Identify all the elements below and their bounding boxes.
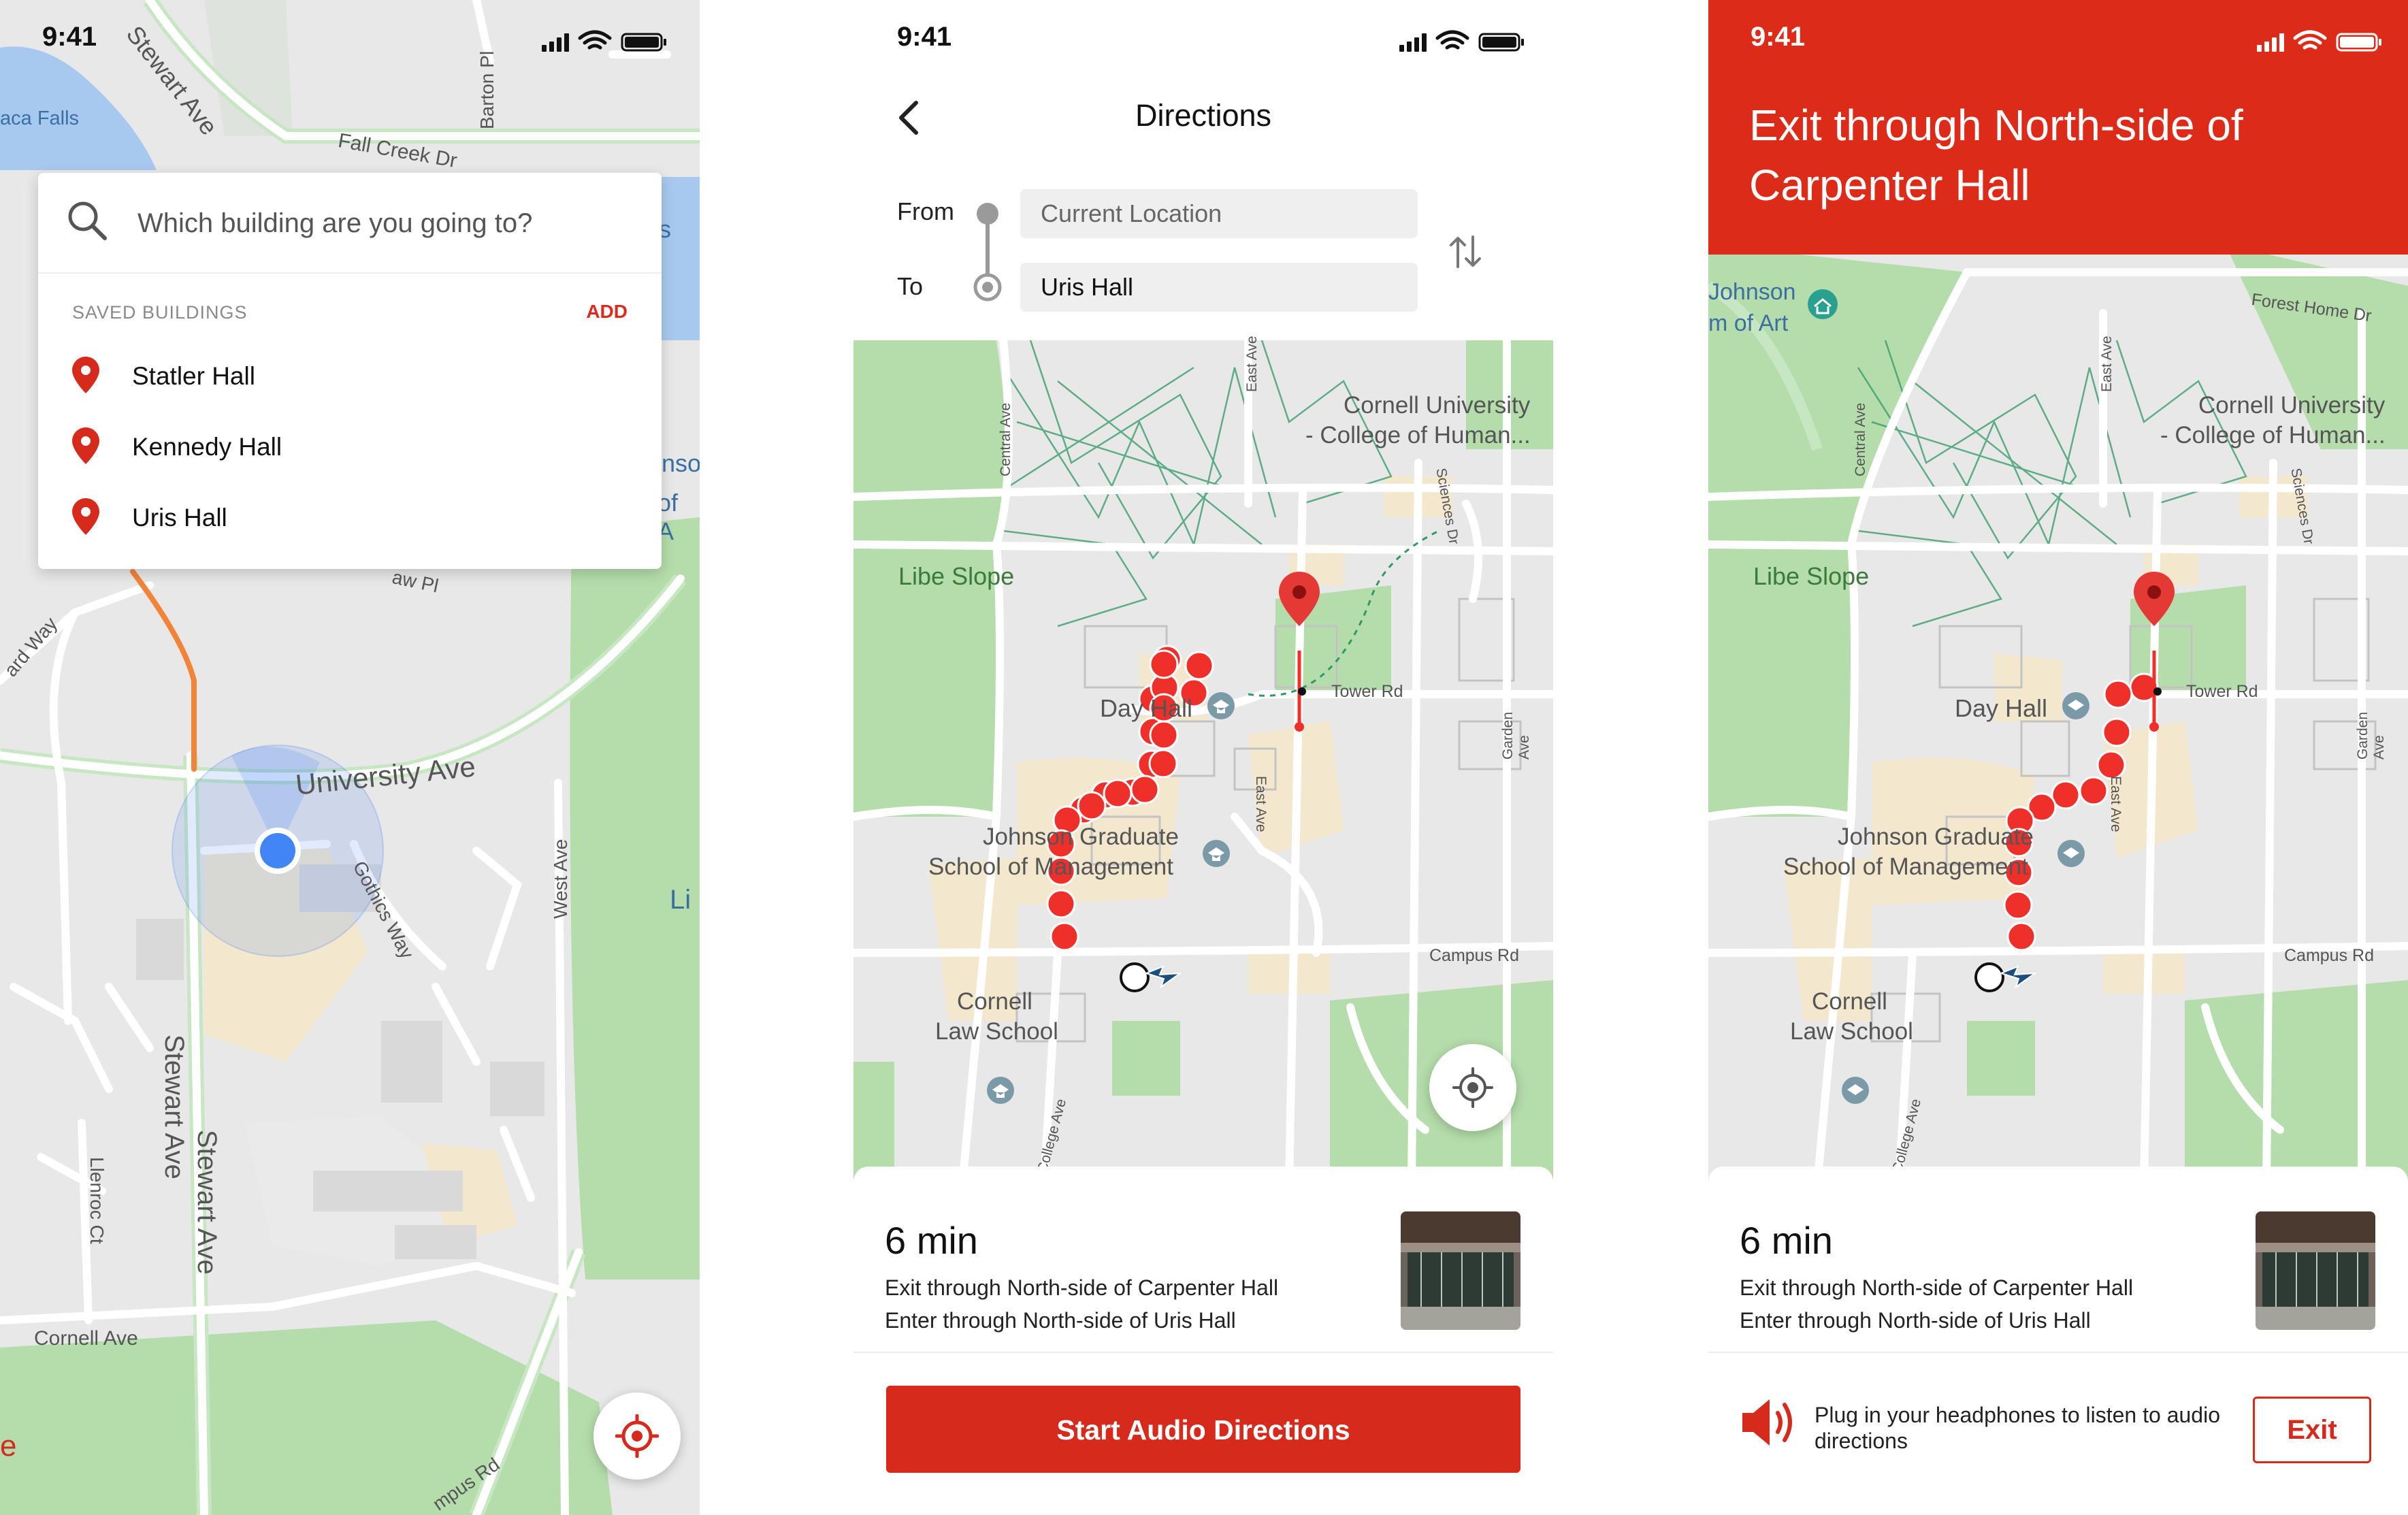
search-icon — [68, 201, 107, 240]
map-label: Llenroc Ct — [86, 1157, 108, 1244]
from-label: From — [897, 197, 954, 225]
from-field[interactable]: Current Location — [1020, 189, 1418, 238]
map-label: Law School — [1790, 1018, 1913, 1045]
saved-building-label: Kennedy Hall — [132, 433, 282, 461]
add-saved-building-button[interactable]: ADD — [586, 301, 628, 323]
status-time: 9:41 — [1751, 22, 1806, 52]
map-label: Day Hall — [1955, 694, 2048, 722]
saved-building-item[interactable]: Statler Hall — [38, 339, 662, 410]
map-label: Cornell — [957, 988, 1032, 1015]
map-label: Central Ave — [998, 402, 1013, 476]
saved-building-item[interactable]: Uris Hall — [38, 480, 662, 551]
map-label: Cornell University — [2198, 392, 2386, 419]
status-bar: 9:41 — [1708, 0, 2408, 82]
saved-building-item[interactable]: Kennedy Hall — [38, 410, 662, 480]
map-pin-icon — [72, 498, 99, 535]
search-card: SAVED BUILDINGS ADD Statler Hall Kennedy… — [38, 173, 662, 569]
search-bar[interactable] — [38, 173, 662, 274]
eta-text: 6 min — [1740, 1219, 1833, 1262]
status-icons — [542, 30, 666, 52]
directions-screen: 9:41 Directions From To Current Location… — [853, 0, 1553, 1515]
crosshair-icon — [615, 1414, 659, 1458]
divider — [853, 1352, 1553, 1353]
map-label: Cornell University — [1344, 392, 1531, 419]
eta-text: 6 min — [885, 1219, 978, 1262]
map-label: Central Ave — [1853, 402, 1868, 476]
map-label: aca Falls — [0, 108, 80, 129]
search-screen: Stewart Ave Barton Pl aca Falls Fall Cre… — [0, 0, 700, 1515]
speaker-icon — [1742, 1399, 1792, 1446]
map-label: Campus Rd — [2284, 946, 2374, 965]
map-label: e — [0, 1429, 17, 1463]
map-label: Johnson — [1708, 279, 1796, 305]
swap-arrows-icon[interactable] — [1446, 233, 1486, 271]
status-time: 9:41 — [897, 22, 952, 52]
map-label: Cornell Ave — [34, 1327, 138, 1350]
route-step: Enter through North-side of Uris Hall — [1740, 1308, 2091, 1333]
map-label: East Ave — [2099, 336, 2115, 392]
recenter-location-button[interactable] — [1429, 1044, 1516, 1131]
map-label: East Ave — [1244, 336, 1260, 392]
status-bar: 9:41 — [853, 0, 1553, 82]
map-label: School of Management — [928, 853, 1173, 880]
navigation-screen: Johnson m of Art Forest Home Dr Cornell … — [1708, 0, 2408, 1515]
map-label: of A — [657, 489, 679, 545]
map-label: Cornell — [1812, 988, 1887, 1015]
map-label: Tower Rd — [2186, 682, 2258, 701]
map-pin-icon — [72, 357, 99, 393]
map-label: Garden Ave — [2355, 711, 2387, 760]
to-field[interactable]: Uris Hall — [1020, 263, 1418, 312]
route-step: Exit through North-side of Carpenter Hal… — [1740, 1275, 2134, 1300]
saved-buildings-header: SAVED BUILDINGS — [72, 302, 248, 323]
current-instruction: Exit through North-side of Carpenter Hal… — [1749, 101, 2243, 210]
map-label: Law School — [935, 1018, 1058, 1045]
saved-building-label: Statler Hall — [132, 362, 255, 390]
recenter-location-button[interactable] — [593, 1392, 681, 1480]
status-icons — [1399, 30, 1524, 52]
status-time: 9:41 — [42, 22, 97, 52]
route-step: Enter through North-side of Uris Hall — [885, 1308, 1236, 1333]
map-label: Campus Rd — [1429, 946, 1519, 965]
instruction-banner: 9:41 Exit through North-side of Carpente… — [1708, 0, 2408, 255]
map-pin-icon — [72, 427, 99, 464]
status-bar: 9:41 — [0, 0, 700, 82]
map-label: Day Hall — [1100, 694, 1193, 722]
map-label: - College of Human... — [2160, 422, 2386, 449]
route-step: Exit through North-side of Carpenter Hal… — [885, 1275, 1279, 1300]
map-label: School of Management — [1783, 853, 2028, 880]
search-input[interactable] — [136, 200, 629, 246]
map-label: West Ave — [550, 838, 571, 919]
building-entrance-photo[interactable] — [1401, 1211, 1520, 1330]
crosshair-icon — [1452, 1067, 1493, 1108]
map-label: Stewart Ave — [192, 1130, 222, 1275]
status-icons — [2257, 30, 2381, 52]
map-label: East Ave — [1253, 776, 1269, 832]
building-entrance-photo[interactable] — [2256, 1211, 2375, 1330]
map-label: Garden Ave — [1500, 711, 1532, 760]
divider — [1708, 1352, 2408, 1353]
map-label: East Ave — [2108, 776, 2124, 832]
route-connector-icon — [973, 203, 1002, 302]
map-label: Johnson Graduate — [983, 824, 1179, 850]
map-label: Stewart Ave — [159, 1035, 189, 1179]
map-label: Libe Slope — [1753, 562, 1870, 590]
page-title: Directions — [1135, 98, 1272, 133]
exit-navigation-button[interactable]: Exit — [2253, 1397, 2371, 1463]
map-label: - College of Human... — [1305, 422, 1531, 449]
start-audio-directions-button[interactable]: Start Audio Directions — [886, 1386, 1520, 1473]
audio-hint-text: Plug in your headphones to listen to aud… — [1815, 1403, 2220, 1453]
map-label: nso — [662, 449, 700, 477]
map-label: Tower Rd — [1331, 682, 1403, 701]
map-label: Libe Slope — [898, 562, 1015, 590]
to-label: To — [897, 272, 924, 300]
saved-building-label: Uris Hall — [132, 504, 227, 532]
map-label: m of Art — [1708, 310, 1789, 336]
map-label: Johnson Graduate — [1838, 824, 2034, 850]
map-label: Li — [670, 885, 692, 915]
